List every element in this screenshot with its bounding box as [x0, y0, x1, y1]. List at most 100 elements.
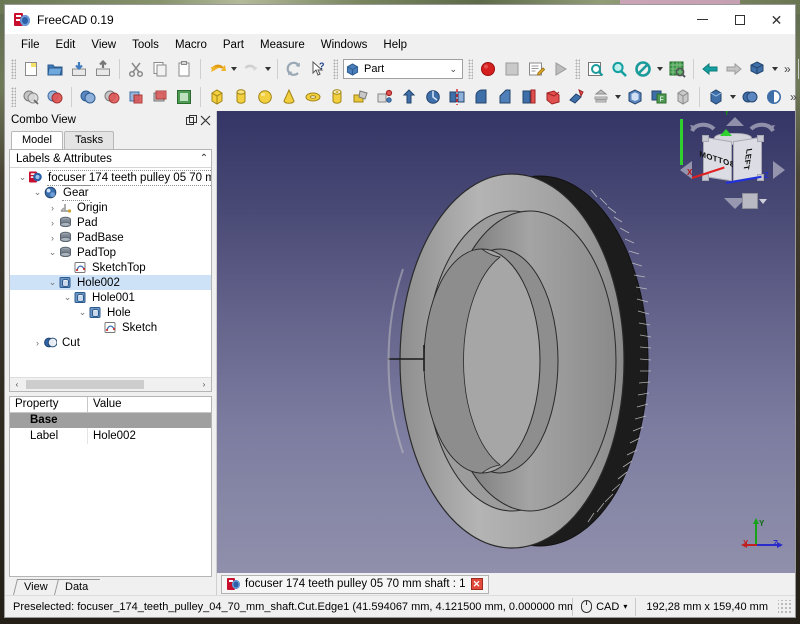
tab-tasks[interactable]: Tasks: [63, 131, 115, 149]
chevron-down-icon[interactable]: ⌄: [46, 247, 59, 258]
scroll-left-icon[interactable]: ‹: [10, 380, 24, 389]
draw-style-button[interactable]: [631, 57, 655, 81]
cut-button[interactable]: [124, 57, 148, 81]
close-icon[interactable]: [198, 113, 212, 127]
property-row-label[interactable]: Label Hole002: [10, 428, 211, 444]
loft-button[interactable]: [541, 85, 565, 109]
undock-icon[interactable]: [184, 113, 198, 127]
offset-button[interactable]: [589, 85, 613, 109]
tree-item-pad[interactable]: › Pad: [10, 215, 211, 230]
tree-item-sketch[interactable]: Sketch: [10, 320, 211, 335]
property-value[interactable]: Hole002: [88, 428, 211, 444]
tree-item-cut[interactable]: › Cut: [10, 335, 211, 350]
menu-part[interactable]: Part: [215, 35, 252, 55]
tree-item-gear[interactable]: ⌄ Gear: [10, 184, 211, 201]
new-document-button[interactable]: [19, 57, 43, 81]
navigation-style-selector[interactable]: CAD ▾: [572, 597, 635, 616]
nav-cube-corner[interactable]: [702, 135, 709, 142]
thickness-button[interactable]: [623, 85, 647, 109]
offset-dropdown-arrow-icon[interactable]: [613, 85, 623, 109]
toolbar-overflow-button[interactable]: »: [780, 62, 794, 76]
std-views-dropdown-arrow-icon[interactable]: [770, 57, 780, 81]
save-document-button[interactable]: [67, 57, 91, 81]
chevron-down-icon[interactable]: ⌄: [16, 172, 29, 183]
workbench-selector[interactable]: Part ⌄: [343, 59, 463, 79]
next-view-button[interactable]: [722, 57, 746, 81]
primitives-dialog-button[interactable]: [373, 85, 397, 109]
undo-dropdown-arrow-icon[interactable]: [229, 57, 239, 81]
sweep-button[interactable]: [565, 85, 589, 109]
boolean-ops-button[interactable]: [738, 85, 762, 109]
tree-item-hole[interactable]: ⌄ Hole: [10, 305, 211, 320]
cross-sections-button[interactable]: [148, 85, 172, 109]
nav-rotate-ccw-icon[interactable]: [690, 121, 716, 133]
projection-button[interactable]: F: [647, 85, 671, 109]
paste-button[interactable]: [172, 57, 196, 81]
resize-grip[interactable]: [778, 599, 792, 614]
union-button[interactable]: [76, 85, 100, 109]
toolbar-grip[interactable]: [11, 87, 16, 107]
nav-rotate-cw-icon[interactable]: [749, 121, 775, 133]
tab-view[interactable]: View: [13, 579, 60, 595]
minimize-button[interactable]: [684, 5, 721, 35]
measure-dropdown-arrow-icon[interactable]: [728, 85, 738, 109]
chevron-right-icon[interactable]: ›: [31, 338, 44, 348]
scroll-right-icon[interactable]: ›: [197, 380, 211, 389]
undo-button[interactable]: [205, 57, 229, 81]
box-gray-button[interactable]: [671, 85, 695, 109]
toolbar-grip[interactable]: [575, 59, 580, 79]
revolve-button[interactable]: [421, 85, 445, 109]
ruled-surface-button[interactable]: [517, 85, 541, 109]
zoom-button[interactable]: [607, 57, 631, 81]
nav-arrow-right-icon[interactable]: [773, 161, 785, 179]
chevron-down-icon[interactable]: ⌄: [449, 64, 457, 75]
sphere-op-button[interactable]: [762, 85, 786, 109]
menu-view[interactable]: View: [83, 35, 124, 55]
tree-horizontal-scrollbar[interactable]: ‹ ›: [10, 377, 211, 391]
chamfer-button[interactable]: [493, 85, 517, 109]
refresh-button[interactable]: [282, 57, 306, 81]
cylinder-primitive-button[interactable]: [229, 85, 253, 109]
fit-all-button[interactable]: [583, 57, 607, 81]
chevron-down-icon[interactable]: ⌄: [46, 277, 59, 288]
redo-button[interactable]: [239, 57, 263, 81]
chevron-right-icon[interactable]: ›: [46, 233, 59, 243]
hscroll-thumb[interactable]: [26, 380, 144, 389]
tree-item-hole002[interactable]: ⌄ Hole002: [10, 275, 211, 290]
menu-windows[interactable]: Windows: [313, 35, 376, 55]
3d-viewport[interactable]: BOTTOM LEFT Y X Z Y Z X: [217, 111, 795, 573]
previous-view-button[interactable]: [698, 57, 722, 81]
cut-boolean-button[interactable]: [43, 85, 67, 109]
open-folder-button[interactable]: [43, 57, 67, 81]
navigation-cube[interactable]: BOTTOM LEFT Y X Z: [680, 111, 785, 219]
chevron-right-icon[interactable]: ›: [46, 218, 59, 228]
tree-item-focuser-174-teeth-pulley-05-70-mm[interactable]: ⌄ focuser 174 teeth pulley 05 70 mm: [10, 169, 211, 186]
chevron-right-icon[interactable]: ›: [46, 203, 59, 213]
toolbar-grip[interactable]: [11, 59, 16, 79]
toolbar-overflow-button-3[interactable]: »: [786, 90, 800, 104]
tree-item-padbase[interactable]: › PadBase: [10, 230, 211, 245]
chevron-down-icon[interactable]: ⌄: [31, 187, 44, 198]
execute-macro-button[interactable]: [548, 57, 572, 81]
maximize-button[interactable]: [721, 5, 758, 35]
save-as-button[interactable]: [91, 57, 115, 81]
menu-macro[interactable]: Macro: [167, 35, 215, 55]
tab-model[interactable]: Model: [11, 131, 63, 149]
chevron-down-icon[interactable]: ⌄: [76, 307, 89, 318]
record-macro-button[interactable]: [476, 57, 500, 81]
redo-dropdown-arrow-icon[interactable]: [263, 57, 273, 81]
tube-primitive-button[interactable]: [325, 85, 349, 109]
extrude-button[interactable]: [397, 85, 421, 109]
menu-help[interactable]: Help: [375, 35, 415, 55]
chevron-up-icon[interactable]: ⌃: [197, 153, 211, 164]
menu-measure[interactable]: Measure: [252, 35, 313, 55]
torus-primitive-button[interactable]: [301, 85, 325, 109]
mirror-button[interactable]: [445, 85, 469, 109]
tree-item-padtop[interactable]: ⌄ PadTop: [10, 245, 211, 260]
chevron-down-icon[interactable]: ⌄: [61, 292, 74, 303]
measure-button[interactable]: [704, 85, 728, 109]
tree-item-origin[interactable]: › Origin: [10, 200, 211, 215]
section-button[interactable]: [124, 85, 148, 109]
toolbar-grip[interactable]: [468, 59, 473, 79]
compound-button[interactable]: [172, 85, 196, 109]
